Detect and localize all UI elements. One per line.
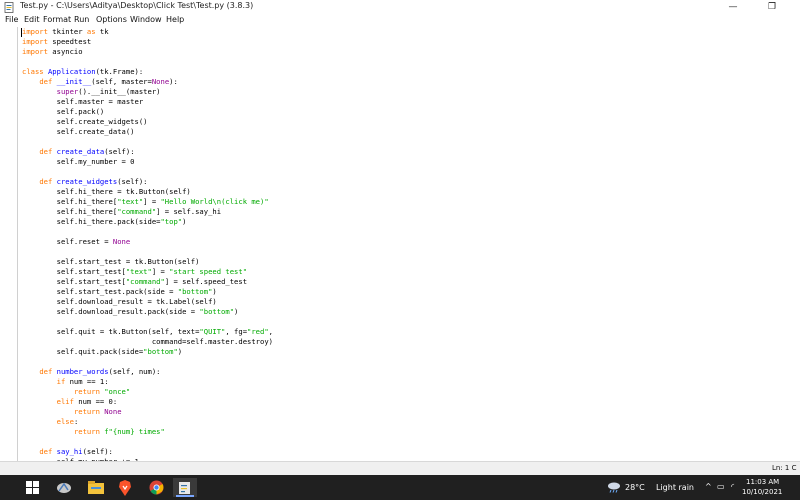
code-line: def create_data(self):	[39, 147, 135, 156]
python-idle-icon[interactable]	[52, 478, 76, 497]
python-file-icon	[4, 2, 14, 13]
code-line: self.download_result.pack(side = "bottom…	[22, 307, 239, 316]
code-line: self.hi_there.pack(side="top")	[22, 217, 187, 226]
wifi-icon[interactable]: ◜	[731, 482, 734, 491]
clock-date[interactable]: 10/10/2021	[742, 488, 782, 496]
weather-temperature[interactable]: 28°C	[625, 483, 645, 492]
code-line: self.reset = None	[22, 237, 131, 246]
cursor-position: Ln: 1 C	[772, 464, 797, 472]
code-line: super().__init__(master)	[56, 87, 161, 96]
menu-options[interactable]: Options	[96, 15, 127, 24]
code-line: class Application(tk.Frame):	[22, 67, 144, 76]
window-title: Test.py - C:\Users\Aditya\Desktop\Click …	[20, 1, 254, 10]
windows-start-icon[interactable]	[20, 478, 44, 497]
code-line: self.hi_there["text"] = "Hello World\n(c…	[22, 197, 269, 206]
menu-edit[interactable]: Edit	[24, 15, 40, 24]
code-lines: import tkinter as tk import speedtest impo…	[22, 27, 273, 461]
menu-format[interactable]: Format	[43, 15, 71, 24]
code-line: return "once"	[73, 387, 131, 396]
code-line: self.download_result = tk.Label(self)	[22, 297, 217, 306]
menu-bar: File Edit Format Run Options Window Help	[0, 14, 800, 27]
code-line: import speedtest	[22, 37, 92, 46]
code-line: self.start_test.pack(side = "bottom")	[22, 287, 217, 296]
file-explorer-icon[interactable]	[84, 478, 108, 497]
code-line: self.start_test["command"] = self.speed_…	[22, 277, 248, 286]
weather-description[interactable]: Light rain	[656, 483, 694, 492]
maximize-button[interactable]: ❐	[758, 0, 786, 14]
code-line: else:	[56, 417, 79, 426]
tray-overflow-chevron-icon[interactable]: ^	[705, 482, 712, 491]
rain-cloud-icon[interactable]	[607, 482, 621, 493]
minimize-button[interactable]: —	[719, 0, 747, 14]
code-line: def create_widgets(self):	[39, 177, 148, 186]
code-line: return None	[73, 407, 122, 416]
menu-help[interactable]: Help	[166, 15, 184, 24]
code-line: self.hi_there = tk.Button(self)	[22, 187, 191, 196]
code-line: elif num == 0:	[56, 397, 118, 406]
idle-editor-icon[interactable]	[173, 478, 197, 497]
code-line: command=self.master.destroy)	[22, 337, 273, 346]
menu-file[interactable]: File	[5, 15, 18, 24]
brave-browser-icon[interactable]	[113, 478, 137, 497]
menu-run[interactable]: Run	[74, 15, 89, 24]
chrome-icon[interactable]	[144, 478, 168, 497]
menu-window[interactable]: Window	[130, 15, 162, 24]
status-bar: Ln: 1 C	[0, 461, 800, 475]
network-icon[interactable]: ▭	[717, 482, 725, 491]
code-line: self.start_test = tk.Button(self)	[22, 257, 200, 266]
code-line: import tkinter as tk	[22, 27, 109, 36]
clock-time[interactable]: 11:03 AM	[746, 478, 779, 486]
code-line: import asyncio	[22, 47, 83, 56]
title-bar: Test.py - C:\Users\Aditya\Desktop\Click …	[0, 0, 800, 14]
code-line: self.create_data()	[22, 127, 135, 136]
code-editor[interactable]: import tkinter as tk import speedtest impo…	[17, 27, 800, 461]
code-line: def number_words(self, num):	[39, 367, 161, 376]
code-line: self.quit.pack(side="bottom")	[22, 347, 183, 356]
taskbar: 28°C Light rain ^ ▭ ◜ 11:03 AM 10/10/202…	[0, 475, 800, 500]
code-line: self.pack()	[22, 107, 105, 116]
code-line: return f"{num} times"	[73, 427, 165, 436]
code-line: def say_hi(self):	[39, 447, 113, 456]
code-line: self.start_test["text"] = "start speed t…	[22, 267, 248, 276]
code-line: self.master = master	[22, 97, 144, 106]
code-line: self.my_number = 0	[22, 157, 135, 166]
code-line: if num == 1:	[56, 377, 109, 386]
code-line: self.create_widgets()	[22, 117, 148, 126]
code-line: self.quit = tk.Button(self, text="QUIT",…	[22, 327, 273, 336]
code-line: def __init__(self, master=None):	[39, 77, 178, 86]
code-line: self.hi_there["command"] = self.say_hi	[22, 207, 222, 216]
